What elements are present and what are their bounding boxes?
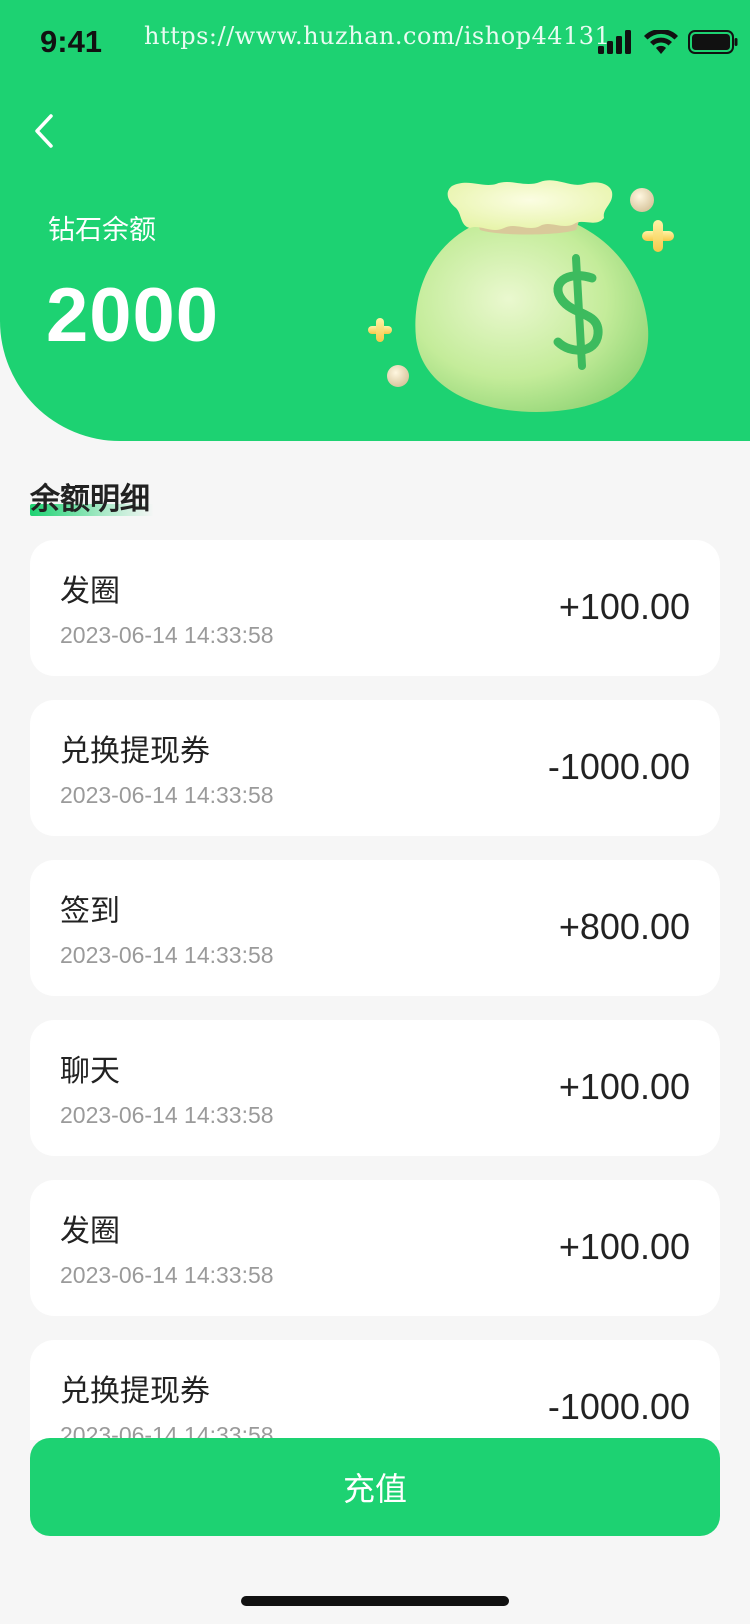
transaction-item[interactable]: 发圈 2023-06-14 14:33:58 +100.00 <box>30 1180 720 1316</box>
transaction-title: 发圈 <box>60 574 120 609</box>
section-title: 余额明细 <box>30 482 150 517</box>
status-icons <box>598 28 738 58</box>
balance-label: 钻石余额 <box>48 215 156 246</box>
transaction-title: 发圈 <box>60 1214 120 1249</box>
cellular-signal-icon <box>598 30 634 58</box>
transaction-item[interactable]: 发圈 2023-06-14 14:33:58 +100.00 <box>30 540 720 676</box>
transaction-title: 聊天 <box>60 1054 120 1089</box>
transaction-amount: +100.00 <box>558 586 690 627</box>
transaction-amount: +800.00 <box>558 906 690 947</box>
transaction-amount: -1000.00 <box>547 746 690 787</box>
transaction-time: 2023-06-14 14:33:58 <box>60 942 274 968</box>
transaction-item[interactable]: 签到 2023-06-14 14:33:58 +800.00 <box>30 860 720 996</box>
transaction-title: 兑换提现券 <box>60 734 210 769</box>
transaction-title: 兑换提现券 <box>60 1374 210 1409</box>
status-bar: 9:41 https://www.huzhan.com/ishop44131 <box>0 0 750 88</box>
watermark-url: https://www.huzhan.com/ishop44131 <box>144 22 611 50</box>
transaction-amount: +100.00 <box>558 1066 690 1107</box>
section-title-wrap: 余额明细 <box>30 474 154 518</box>
money-bag-icon <box>356 178 708 418</box>
home-indicator[interactable] <box>241 1596 509 1606</box>
balance-value: 2000 <box>46 273 220 358</box>
transaction-amount: -1000.00 <box>547 1386 690 1427</box>
transaction-item[interactable]: 兑换提现券 2023-06-14 14:33:58 -1000.00 <box>30 700 720 836</box>
wifi-icon <box>644 28 678 58</box>
transaction-amount: +100.00 <box>558 1226 690 1267</box>
status-time: 9:41 <box>40 24 103 59</box>
header-banner: 9:41 https://www.huzhan.com/ishop44131 钻… <box>0 0 750 441</box>
transaction-time: 2023-06-14 14:33:58 <box>60 1102 274 1128</box>
chevron-left-icon <box>33 113 55 153</box>
battery-icon <box>688 30 738 58</box>
transaction-list[interactable]: 发圈 2023-06-14 14:33:58 +100.00 兑换提现券 202… <box>30 540 720 1440</box>
recharge-button[interactable]: 充值 <box>30 1438 720 1536</box>
transaction-time: 2023-06-14 14:33:58 <box>60 622 274 648</box>
transaction-title: 签到 <box>60 894 120 929</box>
transaction-item[interactable]: 聊天 2023-06-14 14:33:58 +100.00 <box>30 1020 720 1156</box>
transaction-item[interactable]: 兑换提现券 2023-06-14 14:33:58 -1000.00 <box>30 1340 720 1440</box>
transaction-time: 2023-06-14 14:33:58 <box>60 1262 274 1288</box>
back-button[interactable] <box>22 108 66 158</box>
transaction-time: 2023-06-14 14:33:58 <box>60 782 274 808</box>
